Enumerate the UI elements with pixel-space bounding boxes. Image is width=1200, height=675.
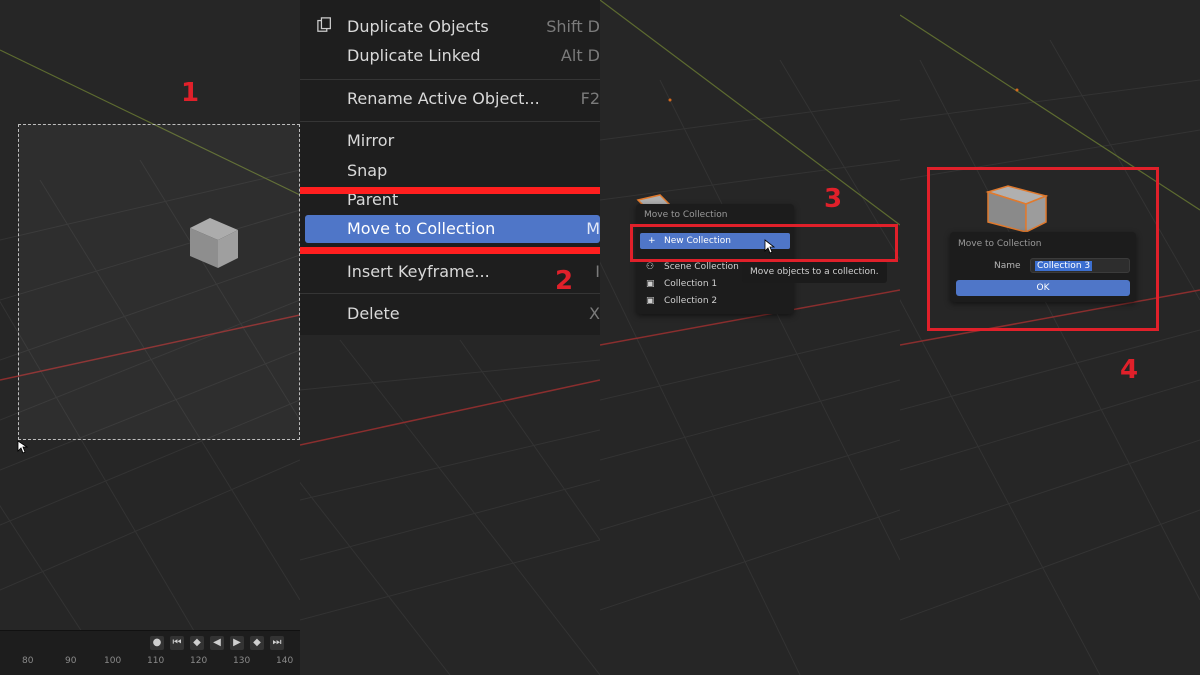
menu-item-label: Collection 2: [664, 296, 718, 306]
menu-item-label: Snap: [347, 161, 388, 180]
menu-item-shortcut: M: [586, 219, 600, 238]
play-icon[interactable]: ▶: [230, 636, 244, 650]
step-number-1: 1: [181, 78, 200, 108]
x-axis-line: [300, 379, 600, 446]
annotation-highlight-box: [927, 167, 1159, 331]
collection-box-icon: ▣: [646, 296, 655, 306]
frame-tick: 110: [147, 656, 165, 666]
frame-tick: 130: [233, 656, 251, 666]
menu-item-shortcut: Shift D: [546, 17, 600, 36]
prev-keyframe-icon[interactable]: ◆: [190, 636, 204, 650]
tooltip: Move objects to a collection.: [742, 261, 887, 283]
panel-step-1: 1 ● ⏮ ◆ ◀ ▶ ◆ ⏭ 80 90 100 110 120 130 14…: [0, 0, 300, 675]
menu-item-label: Duplicate Objects: [347, 17, 489, 36]
menu-item-mirror[interactable]: Mirror: [300, 126, 600, 156]
step-number-2: 2: [555, 266, 574, 296]
menu-item-label: Insert Keyframe...: [347, 262, 490, 281]
highlight-bar-bottom: [300, 247, 600, 254]
menu-item-label: Collection 1: [664, 279, 718, 289]
playback-controls: ● ⏮ ◆ ◀ ▶ ◆ ⏭: [150, 635, 284, 651]
origin-point: [668, 98, 672, 102]
menu-item-move-to-collection[interactable]: Move to Collection M: [305, 215, 600, 243]
mouse-cursor-icon: [17, 440, 29, 454]
panel-step-2: Duplicate Objects Shift D Duplicate Link…: [300, 0, 600, 675]
play-reverse-icon[interactable]: ◀: [210, 636, 224, 650]
collection-box-icon: ▣: [646, 279, 655, 289]
frame-ruler[interactable]: 80 90 100 110 120 130 140: [0, 653, 300, 673]
panel-step-4: Move to Collection Name Collection 3 OK …: [900, 0, 1200, 675]
viewport-3d[interactable]: [0, 0, 300, 675]
menu-item-shortcut: Alt D: [560, 46, 600, 65]
frame-tick: 100: [104, 656, 122, 666]
menu-item-snap[interactable]: Snap: [300, 156, 600, 186]
step-number-3: 3: [824, 184, 843, 214]
viewport-3d[interactable]: [600, 0, 900, 675]
popup-title: Move to Collection: [644, 210, 728, 220]
menu-item-label: Mirror: [347, 131, 395, 150]
frame-tick: 120: [190, 656, 208, 666]
panel-step-3: Move to Collection + New Collection ⚇ Sc…: [600, 0, 900, 675]
viewport-3d[interactable]: [900, 0, 1200, 675]
menu-item-duplicate-objects[interactable]: Duplicate Objects Shift D: [300, 12, 600, 42]
keyframe-dot-icon[interactable]: ●: [150, 636, 164, 650]
menu-item-shortcut: F2: [580, 89, 600, 108]
next-keyframe-icon[interactable]: ◆: [250, 636, 264, 650]
timeline-bar[interactable]: ● ⏮ ◆ ◀ ▶ ◆ ⏭ 80 90 100 110 120 130 140: [0, 630, 300, 675]
frame-tick: 80: [22, 656, 34, 666]
menu-item-label: Delete: [347, 304, 400, 323]
frame-tick: 140: [276, 656, 294, 666]
viewport-grid: [600, 0, 900, 675]
collection-item-2[interactable]: ▣ Collection 2: [646, 293, 786, 309]
highlight-bar-top: [300, 187, 600, 194]
frame-tick: 90: [65, 656, 77, 666]
jump-end-icon[interactable]: ⏭: [270, 636, 284, 650]
y-axis-line: [600, 0, 900, 226]
menu-item-label: Duplicate Linked: [347, 46, 481, 65]
origin-point: [1015, 88, 1019, 92]
menu-separator: [300, 79, 600, 80]
menu-item-duplicate-linked[interactable]: Duplicate Linked Alt D: [300, 41, 600, 71]
jump-start-icon[interactable]: ⏮: [170, 636, 184, 650]
viewport-grid: [900, 14, 1200, 675]
menu-item-label: Rename Active Object...: [347, 89, 540, 108]
menu-separator: [300, 121, 600, 122]
annotation-highlight-box: [630, 224, 898, 262]
menu-item-shortcut: X: [589, 304, 600, 323]
step-number-4: 4: [1120, 355, 1139, 385]
menu-item-delete[interactable]: Delete X: [300, 299, 600, 329]
menu-item-rename-active-object[interactable]: Rename Active Object... F2: [300, 84, 600, 114]
menu-item-label: Move to Collection: [347, 219, 496, 238]
box-selection-rectangle: [18, 124, 300, 440]
